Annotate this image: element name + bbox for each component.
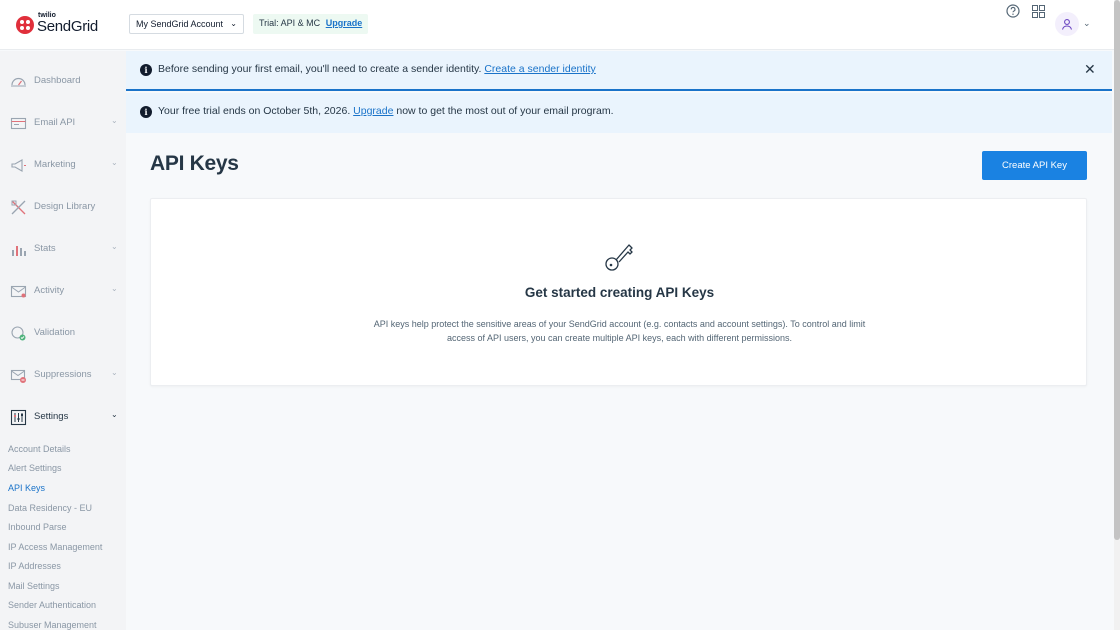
chevron-down-icon: ⌄ (111, 158, 118, 167)
activity-icon (10, 285, 27, 298)
help-icon[interactable] (1002, 0, 1024, 22)
validation-icon (11, 326, 26, 341)
chevron-down-icon: ⌄ (230, 19, 237, 28)
sidebar-item-activity[interactable]: Activity ⌄ (0, 277, 126, 305)
settings-sub-alert-settings[interactable]: Alert Settings (8, 463, 62, 473)
design-tools-icon (11, 200, 26, 215)
trial-text: Trial: API & MC (259, 18, 321, 28)
chevron-down-icon: ⌄ (111, 116, 118, 125)
settings-sub-inbound-parse[interactable]: Inbound Parse (8, 522, 67, 532)
trial-banner: i Your free trial ends on October 5th, 2… (126, 93, 1112, 133)
user-icon (1061, 19, 1073, 30)
key-icon (605, 244, 633, 271)
info-icon: i (140, 106, 152, 118)
twilio-logo-icon (16, 16, 34, 34)
sidebar-item-validation[interactable]: Validation (0, 319, 126, 347)
stats-icon (12, 246, 26, 256)
close-icon[interactable]: ✕ (1084, 61, 1096, 78)
suppressions-icon (10, 369, 26, 383)
sidebar-item-settings[interactable]: Settings ⌄ (0, 403, 126, 431)
sidebar-item-suppressions[interactable]: Suppressions ⌄ (0, 361, 126, 389)
page-scrollbar[interactable] (1114, 0, 1120, 630)
sidebar-item-stats[interactable]: Stats ⌄ (0, 235, 126, 263)
info-icon: i (140, 64, 152, 76)
sidebar-item-email-api[interactable]: Email API ⌄ (0, 109, 126, 137)
empty-state-title: Get started creating API Keys (524, 285, 715, 300)
sidebar-item-marketing[interactable]: Marketing ⌄ (0, 151, 126, 179)
chevron-down-icon: ⌄ (111, 410, 118, 419)
sender-banner-text: Before sending your first email, you'll … (158, 63, 596, 75)
empty-state-card: Get started creating API Keys API keys h… (150, 198, 1087, 386)
user-avatar[interactable] (1055, 12, 1079, 36)
settings-icon (10, 409, 27, 426)
user-menu-chevron-icon[interactable]: ⌄ (1083, 18, 1091, 29)
dashboard-icon (11, 77, 26, 87)
trial-banner-text: Your free trial ends on October 5th, 202… (158, 105, 614, 117)
settings-sub-api-keys[interactable]: API Keys (8, 483, 45, 493)
settings-sub-ip-addresses[interactable]: IP Addresses (8, 561, 61, 571)
upgrade-link[interactable]: Upgrade (326, 18, 363, 28)
create-sender-identity-link[interactable]: Create a sender identity (484, 63, 595, 75)
account-switcher[interactable]: My SendGrid Account ⌄ (129, 14, 244, 34)
chevron-down-icon: ⌄ (111, 242, 118, 251)
chevron-down-icon: ⌄ (111, 284, 118, 293)
sidebar-item-dashboard[interactable]: Dashboard (0, 67, 126, 95)
create-api-key-button[interactable]: Create API Key (982, 151, 1087, 180)
email-api-icon (10, 117, 27, 130)
page-title: API Keys (150, 152, 239, 175)
settings-sub-data-residency[interactable]: Data Residency - EU (8, 503, 92, 513)
settings-sub-ip-access-management[interactable]: IP Access Management (8, 542, 102, 552)
trial-upgrade-link[interactable]: Upgrade (353, 105, 393, 117)
trial-badge: Trial: API & MC Upgrade (253, 14, 369, 34)
empty-state-description: API keys help protect the sensitive area… (373, 319, 866, 343)
sidebar: Dashboard Email API ⌄ Marketing ⌄ Design… (0, 51, 126, 630)
sidebar-item-design-library[interactable]: Design Library (0, 193, 126, 221)
megaphone-icon (11, 159, 26, 172)
settings-sub-account-details[interactable]: Account Details (8, 444, 71, 454)
logo-brand-text: SendGrid (37, 18, 98, 35)
apps-grid-icon[interactable] (1027, 0, 1049, 22)
top-bar: twilio SendGrid My SendGrid Account ⌄ Tr… (0, 0, 1114, 50)
sender-identity-banner: i Before sending your first email, you'l… (126, 51, 1112, 91)
account-label: My SendGrid Account (136, 19, 224, 29)
scrollbar-thumb[interactable] (1114, 0, 1120, 540)
chevron-down-icon: ⌄ (111, 368, 118, 377)
sendgrid-logo[interactable]: twilio SendGrid (16, 12, 106, 38)
settings-sub-sender-authentication[interactable]: Sender Authentication (8, 600, 96, 610)
settings-sub-mail-settings[interactable]: Mail Settings (8, 581, 60, 591)
settings-sub-subuser-management[interactable]: Subuser Management (8, 620, 97, 630)
